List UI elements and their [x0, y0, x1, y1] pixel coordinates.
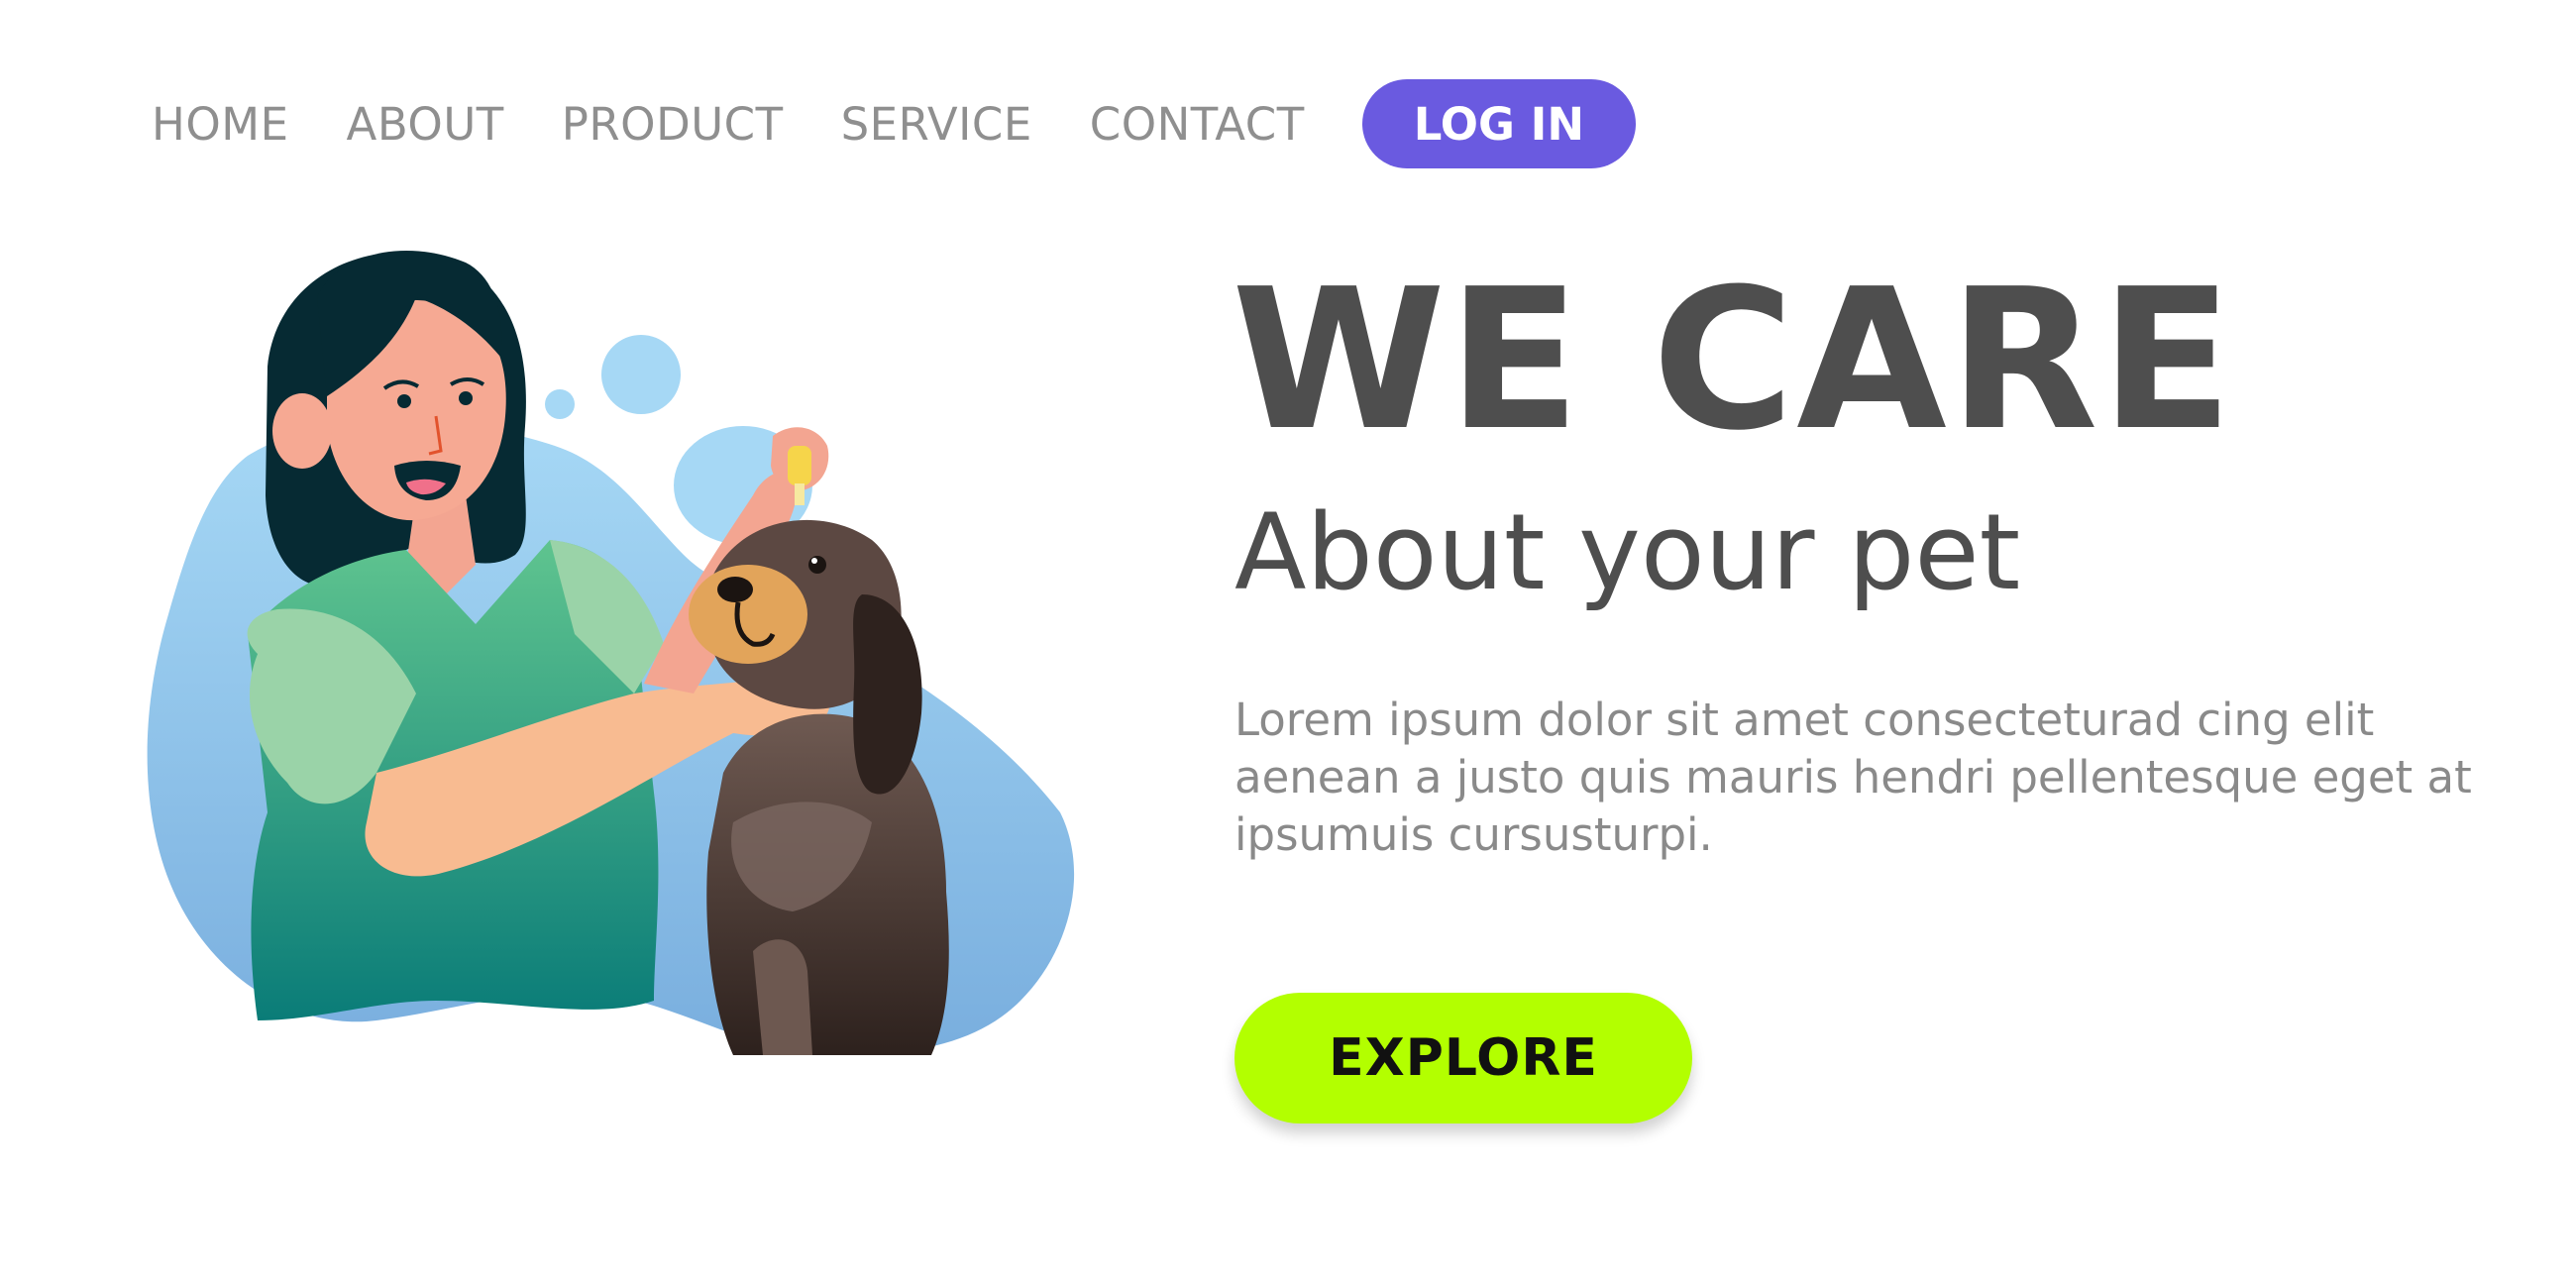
- nav-home-link[interactable]: HOME: [152, 98, 289, 151]
- hero-title: WE CARE: [1232, 248, 2235, 474]
- nav-product-link[interactable]: PRODUCT: [562, 98, 784, 151]
- hero-body-text: Lorem ipsum dolor sit amet consecteturad…: [1234, 694, 2472, 861]
- dog-muzzle: [689, 565, 807, 664]
- woman-ear: [272, 393, 332, 469]
- top-nav: HOME ABOUT PRODUCT SERVICE CONTACT LOG I…: [152, 79, 1637, 168]
- dog-eye-shine: [811, 558, 817, 564]
- dog-eye: [808, 556, 826, 574]
- explore-button[interactable]: EXPLORE: [1234, 993, 1692, 1124]
- hero-subtitle: About your pet: [1234, 491, 2021, 613]
- dog-nose: [717, 577, 753, 602]
- vet-dog-illustration: [147, 250, 1075, 1055]
- woman-eye-left: [397, 394, 411, 408]
- woman-eye-right: [459, 391, 473, 405]
- nav-about-link[interactable]: ABOUT: [347, 98, 504, 151]
- nav-contact-link[interactable]: CONTACT: [1090, 98, 1305, 151]
- nav-service-link[interactable]: SERVICE: [841, 98, 1032, 151]
- bubble-small: [545, 389, 575, 419]
- bubble-large: [601, 335, 681, 414]
- login-button[interactable]: LOG IN: [1361, 79, 1637, 168]
